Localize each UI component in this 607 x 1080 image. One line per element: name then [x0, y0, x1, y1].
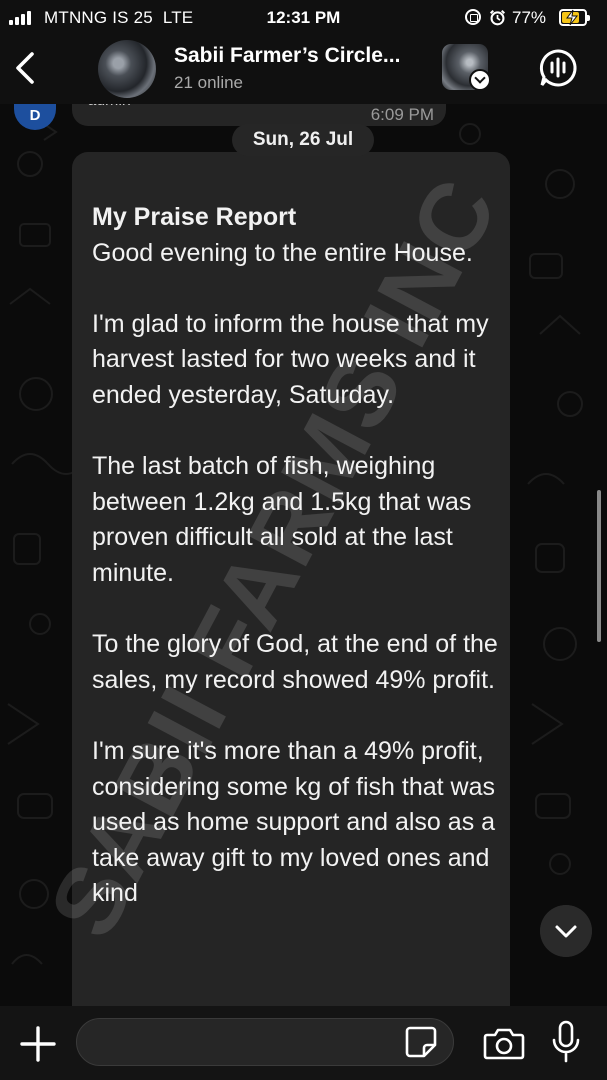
message-input[interactable] [76, 1018, 454, 1066]
message-paragraph: To the glory of God, at the end of the s… [92, 630, 498, 694]
microphone-icon[interactable] [551, 1020, 581, 1064]
chat-header: Sabii Farmer’s Circle... 21 online [0, 36, 607, 104]
back-button[interactable] [8, 48, 44, 88]
previous-message-bubble[interactable]: admin 6:09 PM [72, 104, 446, 126]
rotation-lock-icon [465, 9, 481, 25]
camera-icon[interactable] [483, 1025, 525, 1061]
battery-icon [559, 9, 590, 26]
voice-chat-icon[interactable] [538, 48, 578, 88]
message-bubble[interactable]: My Praise Report Good evening to the ent… [72, 152, 510, 1006]
battery-percent: 77% [512, 8, 547, 27]
alarm-icon [489, 9, 506, 26]
date-separator: Sun, 26 Jul [232, 124, 374, 156]
scroll-down-button[interactable] [540, 905, 592, 957]
scroll-indicator[interactable] [597, 490, 601, 642]
previous-message-time: 6:09 PM [370, 105, 434, 124]
message-paragraph: I'm sure it's more than a 49% profit, co… [92, 736, 496, 908]
status-bar: MTNNG IS 25 LTE 12:31 PM 77% [0, 0, 607, 36]
online-status: 21 online [174, 73, 244, 92]
message-paragraph: I'm glad to inform the house that my har… [92, 309, 489, 409]
input-bar [0, 1006, 607, 1080]
sticker-icon[interactable] [404, 1025, 438, 1059]
sender-initial: D [29, 107, 41, 124]
message-text: My Praise Report Good evening to the ent… [92, 200, 502, 947]
previous-sender-name: admin [88, 104, 132, 110]
message-paragraph: The last batch of fish, weighing between… [92, 452, 472, 587]
message-title: My Praise Report [92, 203, 297, 231]
chat-area[interactable]: admin 6:09 PM D My Praise Report Good ev… [0, 104, 607, 1006]
group-avatar[interactable] [98, 40, 156, 98]
group-name[interactable]: Sabii Farmer’s Circle... [174, 44, 400, 68]
plus-icon[interactable] [18, 1024, 58, 1064]
message-paragraph: Good evening to the entire House. [92, 238, 473, 267]
chevron-down-badge-icon [469, 69, 491, 91]
